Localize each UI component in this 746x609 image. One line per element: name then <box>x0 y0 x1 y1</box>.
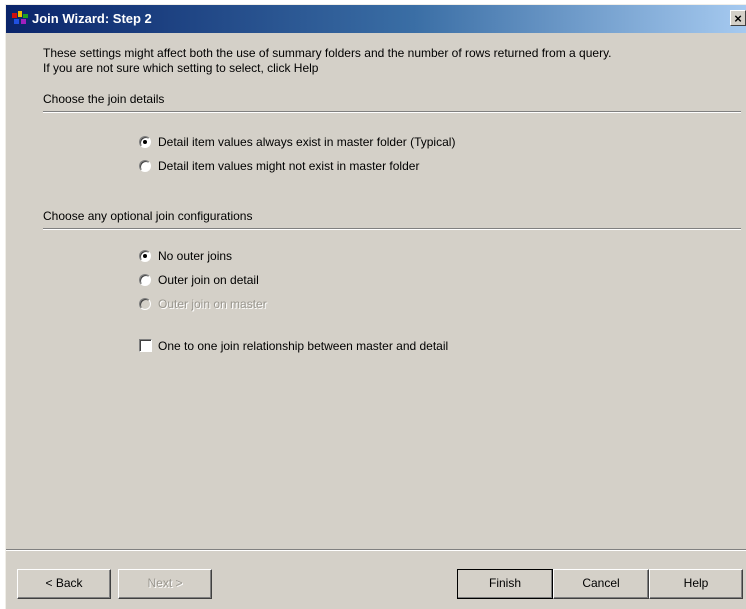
radio-label: Detail item values might not exist in ma… <box>158 159 420 173</box>
intro-text-line-1: These settings might affect both the use… <box>43 46 612 60</box>
radio-button-disabled <box>139 298 151 310</box>
radio-button-selected[interactable] <box>139 136 151 148</box>
radio-button[interactable] <box>139 274 151 286</box>
radio-label: No outer joins <box>158 249 233 263</box>
join-details-heading: Choose the join details <box>43 92 165 106</box>
help-button[interactable]: Help <box>649 569 743 599</box>
button-bar-divider <box>6 549 746 551</box>
join-wizard-dialog: Join Wizard: Step 2 × These settings mig… <box>5 4 746 609</box>
checkbox[interactable] <box>139 339 152 352</box>
intro-text-line-2: If you are not sure which setting to sel… <box>43 61 319 75</box>
wizard-app-icon <box>12 11 28 24</box>
radio-label: Outer join on master <box>158 297 267 311</box>
radio-button-selected[interactable] <box>139 250 151 262</box>
radio-label: Outer join on detail <box>158 273 259 287</box>
radio-label: Detail item values always exist in maste… <box>158 135 456 149</box>
window-title: Join Wizard: Step 2 <box>32 11 152 26</box>
close-icon[interactable]: × <box>730 10 746 26</box>
checkbox-label: One to one join relationship between mas… <box>158 339 449 353</box>
radio-button[interactable] <box>139 160 151 172</box>
cancel-button[interactable]: Cancel <box>553 569 649 599</box>
section-divider <box>43 111 741 113</box>
finish-button[interactable]: Finish <box>457 569 553 599</box>
back-button[interactable]: < Back <box>17 569 111 599</box>
join-config-heading: Choose any optional join configurations <box>43 209 253 223</box>
section-divider <box>43 228 741 230</box>
title-bar[interactable]: Join Wizard: Step 2 × <box>6 5 746 33</box>
next-button: Next > <box>118 569 212 599</box>
